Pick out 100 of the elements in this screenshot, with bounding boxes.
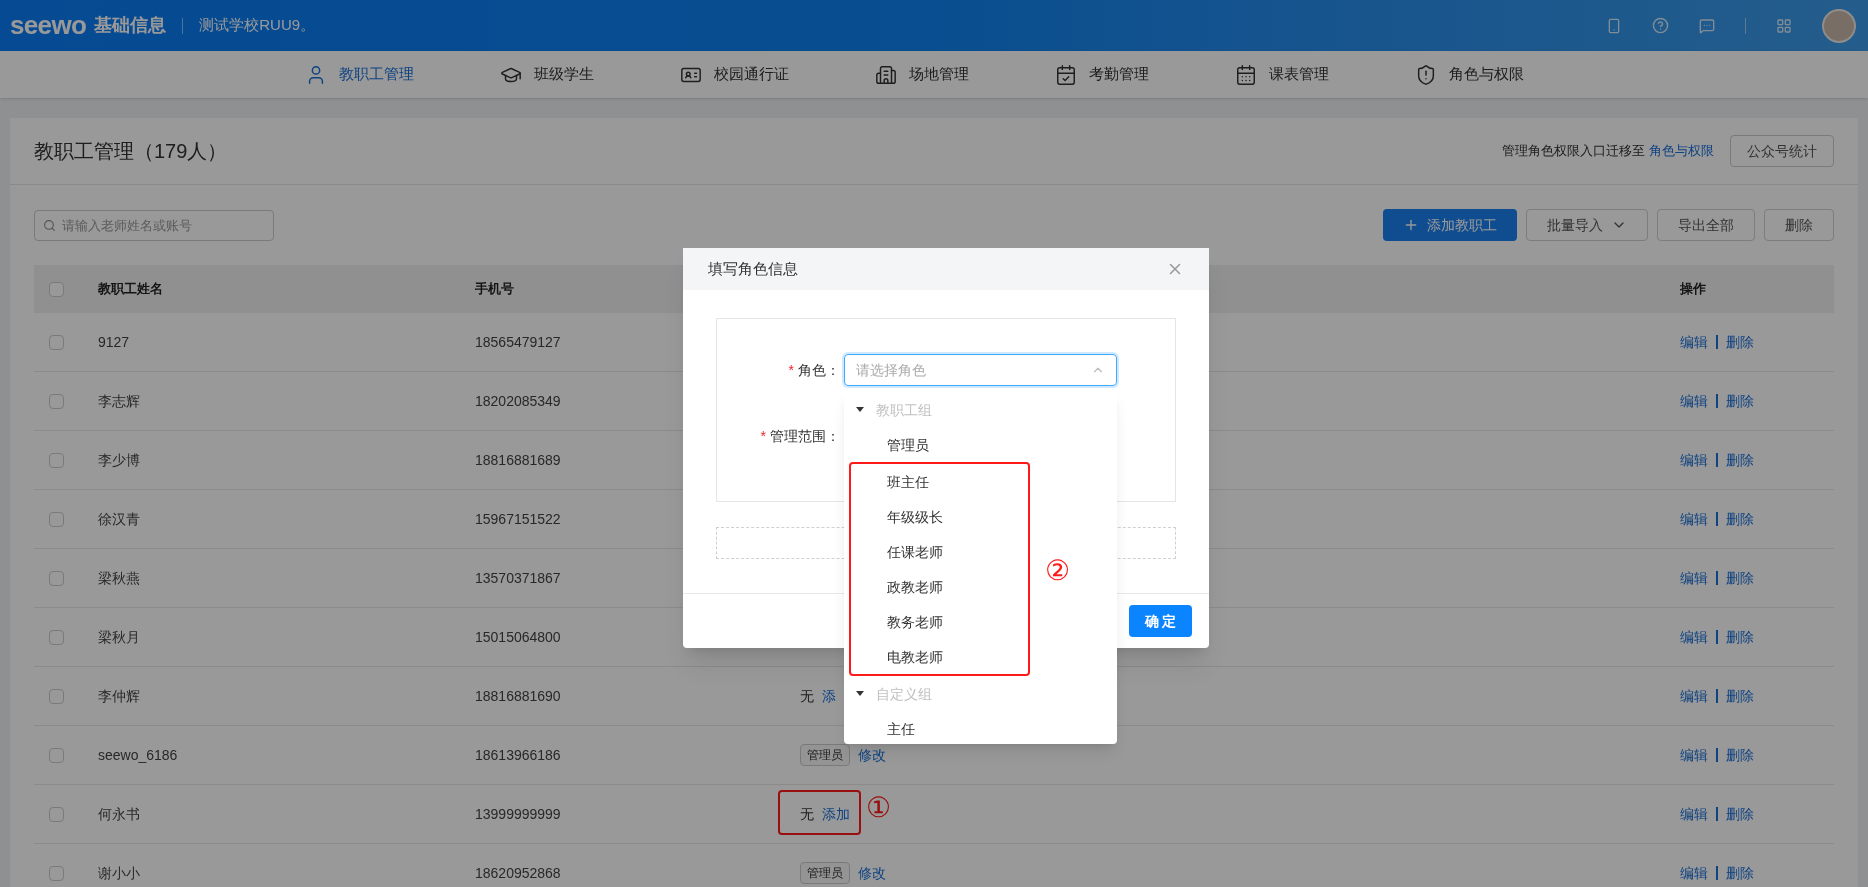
avatar[interactable] xyxy=(1822,8,1856,43)
row-checkbox[interactable] xyxy=(49,629,64,645)
toolbar-button[interactable]: 删除 xyxy=(1764,209,1834,241)
column-header: 教职工姓名 xyxy=(98,280,163,299)
select-placeholder: 请选择角色 xyxy=(856,361,926,380)
phone-number: 18565479127 xyxy=(475,333,561,352)
staff-name: 何永书 xyxy=(98,805,140,824)
edit-link[interactable]: 编辑 xyxy=(1680,627,1708,647)
nav-tab[interactable]: 班级学生 xyxy=(499,63,594,86)
staff-name: 谢小小 xyxy=(98,864,140,883)
dropdown-option[interactable]: 教务老师 xyxy=(844,604,1028,639)
phone-number: 15015064800 xyxy=(475,628,561,647)
dropdown-option[interactable]: 班主任 xyxy=(844,464,1028,499)
staff-name: 李少博 xyxy=(98,451,140,470)
toolbar-button[interactable]: 导出全部 xyxy=(1657,209,1755,241)
delete-link[interactable]: 删除 xyxy=(1726,450,1754,470)
calendar-icon xyxy=(1234,63,1257,86)
stats-button[interactable]: 公众号统计 xyxy=(1730,135,1834,167)
phone-number: 18202085349 xyxy=(475,392,561,411)
edit-link[interactable]: 编辑 xyxy=(1680,332,1708,352)
school-name: 测试学校RUU9。 xyxy=(199,15,316,36)
nav-tab[interactable]: 教职工管理 xyxy=(304,63,414,86)
field-label: 管理范围： xyxy=(770,427,840,446)
staff-name: 梁秋燕 xyxy=(98,569,140,588)
staff-name: seewo_6186 xyxy=(98,746,178,765)
edit-link[interactable]: 编辑 xyxy=(1680,568,1708,588)
annotation-label: ② xyxy=(1045,557,1070,585)
phone-number: 18613966186 xyxy=(475,746,561,765)
role-tag: 管理员 xyxy=(800,862,850,884)
help-icon[interactable] xyxy=(1652,17,1669,34)
edit-link[interactable]: 编辑 xyxy=(1680,509,1708,529)
dropdown-option[interactable]: 电教老师 xyxy=(844,639,1028,674)
edit-link[interactable]: 编辑 xyxy=(1680,450,1708,470)
role-tag: 管理员 xyxy=(800,744,850,766)
roles-link[interactable]: 角色与权限 xyxy=(1649,141,1714,161)
dropdown-option[interactable]: 管理员 xyxy=(844,427,1117,462)
staff-name: 9127 xyxy=(98,333,130,352)
dropdown-group-label: 教职工组 xyxy=(876,400,932,420)
dropdown-option[interactable]: 主任 xyxy=(844,711,1117,746)
nav-tab[interactable]: 课表管理 xyxy=(1234,63,1329,86)
dropdown-option[interactable]: 任课老师 xyxy=(844,534,1028,569)
required-mark: * xyxy=(788,361,794,380)
row-checkbox[interactable] xyxy=(49,688,64,704)
staff-name: 李仲辉 xyxy=(98,687,140,706)
role-link[interactable]: 修改 xyxy=(858,863,886,883)
edit-link[interactable]: 编辑 xyxy=(1680,745,1708,765)
row-checkbox[interactable] xyxy=(49,511,64,527)
add-staff-button[interactable]: 添加教职工 xyxy=(1383,209,1517,241)
notice-text: 管理角色权限入口迁移至 xyxy=(1502,142,1645,161)
delete-link[interactable]: 删除 xyxy=(1726,804,1754,824)
apps-icon[interactable] xyxy=(1776,17,1792,34)
edit-link[interactable]: 编辑 xyxy=(1680,804,1708,824)
dropdown-option[interactable]: 政教老师 xyxy=(844,569,1028,604)
edit-link[interactable]: 编辑 xyxy=(1680,391,1708,411)
row-checkbox[interactable] xyxy=(49,393,64,409)
batch-import-button[interactable]: 批量导入 xyxy=(1526,209,1648,241)
delete-link[interactable]: 删除 xyxy=(1726,686,1754,706)
plus-icon xyxy=(1403,217,1419,233)
edit-link[interactable]: 编辑 xyxy=(1680,863,1708,883)
row-checkbox[interactable] xyxy=(49,747,64,763)
role-link[interactable]: 修改 xyxy=(858,745,886,765)
nav-tab[interactable]: 场地管理 xyxy=(874,63,969,86)
delete-link[interactable]: 删除 xyxy=(1726,627,1754,647)
role-link[interactable]: 添加 xyxy=(822,804,850,824)
row-checkbox[interactable] xyxy=(49,570,64,586)
row-checkbox[interactable] xyxy=(49,334,64,350)
app-name: 基础信息 xyxy=(94,14,167,37)
column-header: 手机号 xyxy=(475,280,514,299)
field-label: 角色： xyxy=(798,361,840,380)
role-text: 无 xyxy=(800,687,814,706)
staff-name: 梁秋月 xyxy=(98,628,140,647)
delete-link[interactable]: 删除 xyxy=(1726,863,1754,883)
phone-number: 13570371867 xyxy=(475,569,561,588)
annotation-label: ① xyxy=(866,794,891,822)
chat-icon[interactable] xyxy=(1699,17,1715,34)
delete-link[interactable]: 删除 xyxy=(1726,509,1754,529)
role-select[interactable]: 请选择角色 xyxy=(844,354,1117,386)
caret-icon[interactable] xyxy=(856,407,864,412)
role-link[interactable]: 添 xyxy=(822,686,836,706)
nav-tab[interactable]: 角色与权限 xyxy=(1414,63,1524,86)
delete-link[interactable]: 删除 xyxy=(1726,391,1754,411)
delete-link[interactable]: 删除 xyxy=(1726,568,1754,588)
row-checkbox[interactable] xyxy=(49,865,64,881)
delete-link[interactable]: 删除 xyxy=(1726,745,1754,765)
row-checkbox[interactable] xyxy=(49,806,64,822)
page-title: 教职工管理（179人） xyxy=(34,139,228,164)
nav-tab[interactable]: 考勤管理 xyxy=(1054,63,1149,86)
select-all-checkbox[interactable] xyxy=(49,281,64,297)
phone-number: 18816881690 xyxy=(475,687,561,706)
confirm-button[interactable]: 确 定 xyxy=(1129,605,1192,637)
delete-link[interactable]: 删除 xyxy=(1726,332,1754,352)
phone-number: 18816881689 xyxy=(475,451,561,470)
role-text: 无 xyxy=(800,805,814,824)
dropdown-option[interactable]: 年级级长 xyxy=(844,499,1028,534)
edit-link[interactable]: 编辑 xyxy=(1680,686,1708,706)
caret-icon[interactable] xyxy=(856,691,864,696)
phone-icon[interactable] xyxy=(1606,17,1622,34)
calendar-check-icon xyxy=(1054,63,1077,86)
nav-tab[interactable]: 校园通行证 xyxy=(679,63,789,86)
row-checkbox[interactable] xyxy=(49,452,64,468)
